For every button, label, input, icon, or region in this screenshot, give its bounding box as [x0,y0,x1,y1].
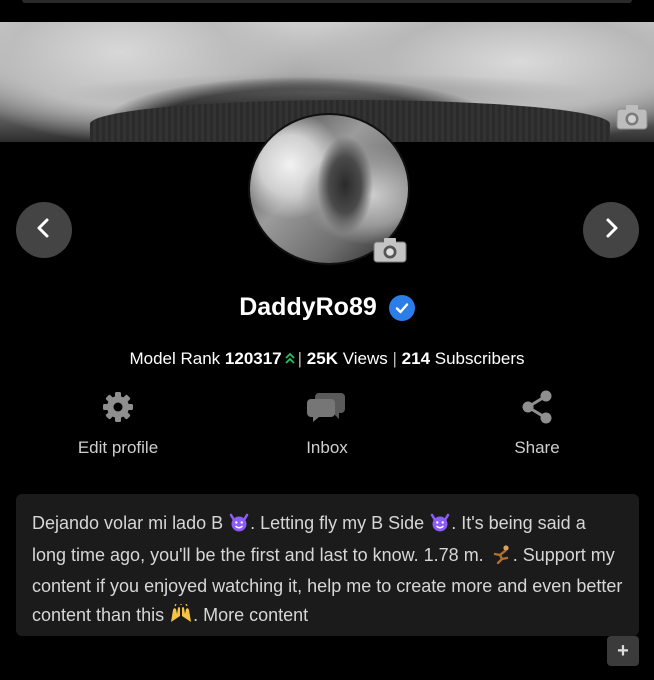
expand-bio-button[interactable]: + [607,636,639,666]
raised-hands-emoji [169,602,193,633]
subscribers-label: Subscribers [434,349,525,368]
views-label: Views [342,349,388,368]
inbox-label: Inbox [306,438,348,457]
rank-label: Model Rank [129,349,221,368]
camera-icon[interactable] [616,104,648,130]
smiling-devil-emoji [228,512,250,541]
camera-icon[interactable] [372,236,408,264]
share-label: Share [514,438,560,457]
bio-text-segment: Dejando volar mi lado B [32,513,229,533]
rank-value: 120317 [224,349,282,368]
smiling-devil-emoji [429,512,451,541]
profile-stats: Model Rank 120317 | 25K Views | 214 Subsc… [0,349,654,370]
stats-separator: | [297,349,303,368]
next-button[interactable] [583,202,639,258]
edit-profile-label: Edit profile [77,438,159,457]
top-divider [22,0,632,3]
chevron-right-icon [600,217,622,244]
top-strip [0,0,654,22]
double-chevron-up-icon [284,350,296,370]
subscribers-value: 214 [401,349,431,368]
running-figure-emoji [489,544,513,573]
bio-text-segment: . Letting fly my B Side [250,513,430,533]
chevron-left-icon [33,217,55,244]
edit-profile-button[interactable]: Edit profile [43,388,193,458]
views-value: 25K [306,349,338,368]
inbox-button[interactable]: Inbox [252,388,402,458]
share-icon [462,388,612,426]
username-row: DaddyRo89 [0,293,654,322]
share-button[interactable]: Share [462,388,612,458]
bio-text-segment: . More content [193,604,309,625]
username: DaddyRo89 [239,293,377,321]
gear-icon [43,388,193,426]
verified-check-icon [388,294,415,321]
previous-button[interactable] [16,202,72,258]
chat-bubbles-icon [252,388,402,426]
stats-separator: | [392,349,397,368]
bio-text: Dejando volar mi lado B . Letting fly my… [16,494,639,636]
